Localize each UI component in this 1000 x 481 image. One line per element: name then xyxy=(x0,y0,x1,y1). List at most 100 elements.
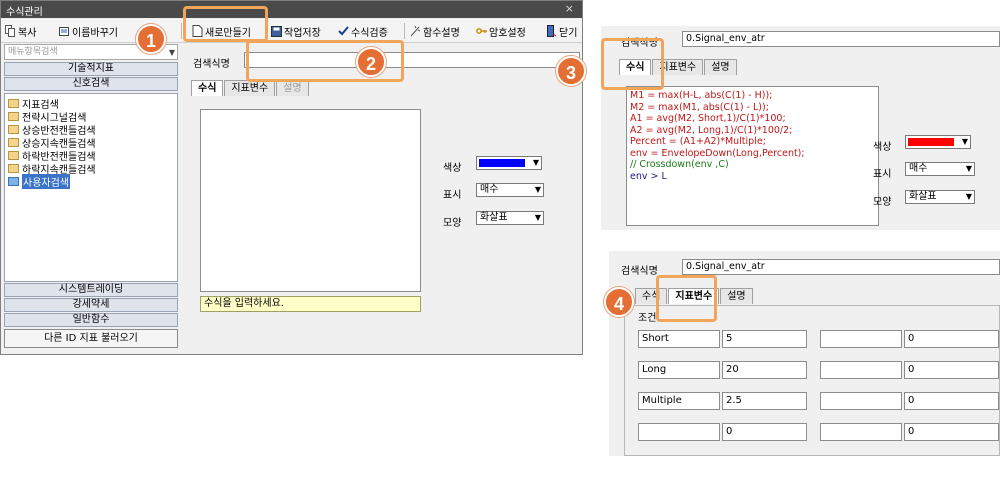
p4-name-input[interactable]: 0.Signal_env_atr xyxy=(682,259,1000,275)
copy-button[interactable]: 복사 xyxy=(5,23,36,39)
variable-value-field[interactable]: 5 xyxy=(722,330,807,348)
variable-value-field[interactable]: 0 xyxy=(904,361,999,379)
rename-label: 이름바꾸기 xyxy=(72,27,118,39)
variable-name-field[interactable] xyxy=(638,423,720,441)
color-swatch xyxy=(479,159,525,167)
close-icon[interactable]: × xyxy=(565,2,574,15)
category-signal[interactable]: 신호검색 xyxy=(4,77,178,91)
tab-variables[interactable]: 지표변수 xyxy=(224,80,276,96)
rename-icon xyxy=(59,27,69,36)
variable-value-field[interactable]: 2.5 xyxy=(722,392,807,410)
variable-value-field[interactable]: 0 xyxy=(904,392,999,410)
save-label: 작업저장 xyxy=(284,27,321,39)
p3-color-label: 색상 xyxy=(873,142,892,153)
title-bar: 수식관리 × xyxy=(1,1,582,18)
color-label: 색상 xyxy=(443,163,462,174)
variable-value-field[interactable]: 0 xyxy=(904,423,999,441)
function-help-button[interactable]: 함수설명 xyxy=(410,23,460,39)
p3-shape-label: 모양 xyxy=(873,197,892,208)
folder-icon xyxy=(8,164,19,173)
copy-icon xyxy=(5,25,15,37)
search-tree: 지표검색 전략시그널검색 상승반전캔들검색 상승지속캔들검색 하락반전캔들검색 하락지속캔… xyxy=(4,93,178,282)
close-button[interactable]: 닫기 xyxy=(546,23,577,39)
p4-conditions-group: 조건 Short 5 0 Long 20 0 Multiple 2.5 0 0 0 xyxy=(624,305,1000,456)
category-technical[interactable]: 기술적지표 xyxy=(4,62,178,76)
callout-badge-3: 3 xyxy=(556,56,586,86)
formula-editor[interactable] xyxy=(200,109,421,292)
p3-color-swatch xyxy=(908,138,954,146)
tree-item[interactable]: 사용자검색 xyxy=(8,174,70,189)
shape-label: 모양 xyxy=(443,218,462,229)
code-line: Percent = (A1+A2)*Multiple; xyxy=(630,136,766,147)
copy-label: 복사 xyxy=(18,27,37,39)
chevron-down-icon[interactable]: ▼ xyxy=(169,46,175,60)
exit-icon xyxy=(547,25,557,37)
code-line: A2 = avg(M2, Long,1)/C(1)*100/2; xyxy=(630,124,793,136)
chevron-down-icon: ▼ xyxy=(965,192,972,201)
code-line: env = EnvelopeDown(Long,Percent); xyxy=(630,147,805,159)
p3-shape-select[interactable]: 화살표 ▼ xyxy=(905,190,975,204)
variable-name-field[interactable] xyxy=(820,423,902,441)
variable-name-field[interactable]: Multiple xyxy=(638,392,720,410)
category-general-functions[interactable]: 일반함수 xyxy=(4,313,178,327)
tree-item-label: 사용자검색 xyxy=(22,174,70,189)
chevron-down-icon: ▼ xyxy=(534,185,541,194)
chevron-down-icon: ▼ xyxy=(961,137,968,146)
chevron-down-icon: ▼ xyxy=(534,213,541,222)
variable-name-field[interactable]: Long xyxy=(638,361,720,379)
verify-label: 수식검증 xyxy=(351,27,388,39)
close-label: 닫기 xyxy=(559,27,578,39)
variable-name-field[interactable] xyxy=(820,361,902,379)
formula-hint: 수식을 입력하세요. xyxy=(200,296,421,312)
formula-tabs: 수식 지표변수 설명 xyxy=(191,80,310,96)
folder-icon xyxy=(8,151,19,160)
key-icon xyxy=(476,28,487,34)
category-strength[interactable]: 강세약세 xyxy=(4,298,178,312)
display-value: 매수 xyxy=(480,184,499,195)
variable-name-field[interactable] xyxy=(820,392,902,410)
variable-name-field[interactable] xyxy=(820,330,902,348)
folder-icon xyxy=(8,112,19,121)
color-picker[interactable]: ▼ xyxy=(476,156,542,170)
password-button[interactable]: 암호설정 xyxy=(476,23,526,39)
save-icon xyxy=(271,26,282,37)
callout-highlight-new xyxy=(183,6,268,42)
p4-tab-description[interactable]: 설명 xyxy=(720,288,753,304)
p4-conditions-label: 조건 xyxy=(638,313,657,324)
variable-value-field[interactable]: 0 xyxy=(904,330,999,348)
open-folder-icon xyxy=(8,177,19,186)
save-button[interactable]: 작업저장 xyxy=(271,23,321,39)
menu-search-placeholder: 메뉴항목검색 xyxy=(8,47,58,57)
shape-value: 화살표 xyxy=(480,212,508,223)
code-line: M1 = max(H-L, abs(C(1) - H)); xyxy=(630,90,773,101)
p3-display-label: 표시 xyxy=(873,169,892,180)
tab-description[interactable]: 설명 xyxy=(276,80,309,96)
variable-value-field[interactable]: 20 xyxy=(722,361,807,379)
p4-name-label: 검색식명 xyxy=(621,266,658,277)
p3-shape-value: 화살표 xyxy=(909,191,937,202)
category-system-trading[interactable]: 시스템트레이딩 xyxy=(4,283,178,297)
tab-formula[interactable]: 수식 xyxy=(191,80,224,96)
code-line: M2 = max(M1, abs(C(1) - L)); xyxy=(630,101,769,113)
p3-name-input[interactable]: 0.Signal_env_atr xyxy=(682,31,1000,47)
rename-button[interactable]: 이름바꾸기 xyxy=(59,23,118,39)
chevron-down-icon: ▼ xyxy=(965,164,972,173)
p3-color-picker[interactable]: ▼ xyxy=(905,135,971,149)
shape-select[interactable]: 화살표 ▼ xyxy=(476,211,544,225)
display-select[interactable]: 매수 ▼ xyxy=(476,183,544,197)
function-help-icon xyxy=(410,25,421,37)
chevron-down-icon: ▼ xyxy=(532,158,539,167)
check-icon xyxy=(338,26,349,36)
callout-badge-4: 4 xyxy=(604,287,634,317)
folder-icon xyxy=(8,125,19,134)
variable-value-field[interactable]: 0 xyxy=(722,423,807,441)
load-other-id-button[interactable]: 다른 ID 지표 불러오기 xyxy=(4,329,178,348)
p3-tab-description[interactable]: 설명 xyxy=(704,59,737,75)
variable-name-field[interactable]: Short xyxy=(638,330,720,348)
p3-display-select[interactable]: 매수 ▼ xyxy=(905,162,975,176)
code-line: env > L xyxy=(630,170,667,182)
callout-highlight-formula-tab xyxy=(601,38,664,90)
callout-badge-1: 1 xyxy=(136,24,166,54)
p3-formula-editor[interactable]: M1 = max(H-L, abs(C(1) - H)); M2 = max(M1… xyxy=(626,86,879,226)
verify-button[interactable]: 수식검증 xyxy=(338,23,388,39)
